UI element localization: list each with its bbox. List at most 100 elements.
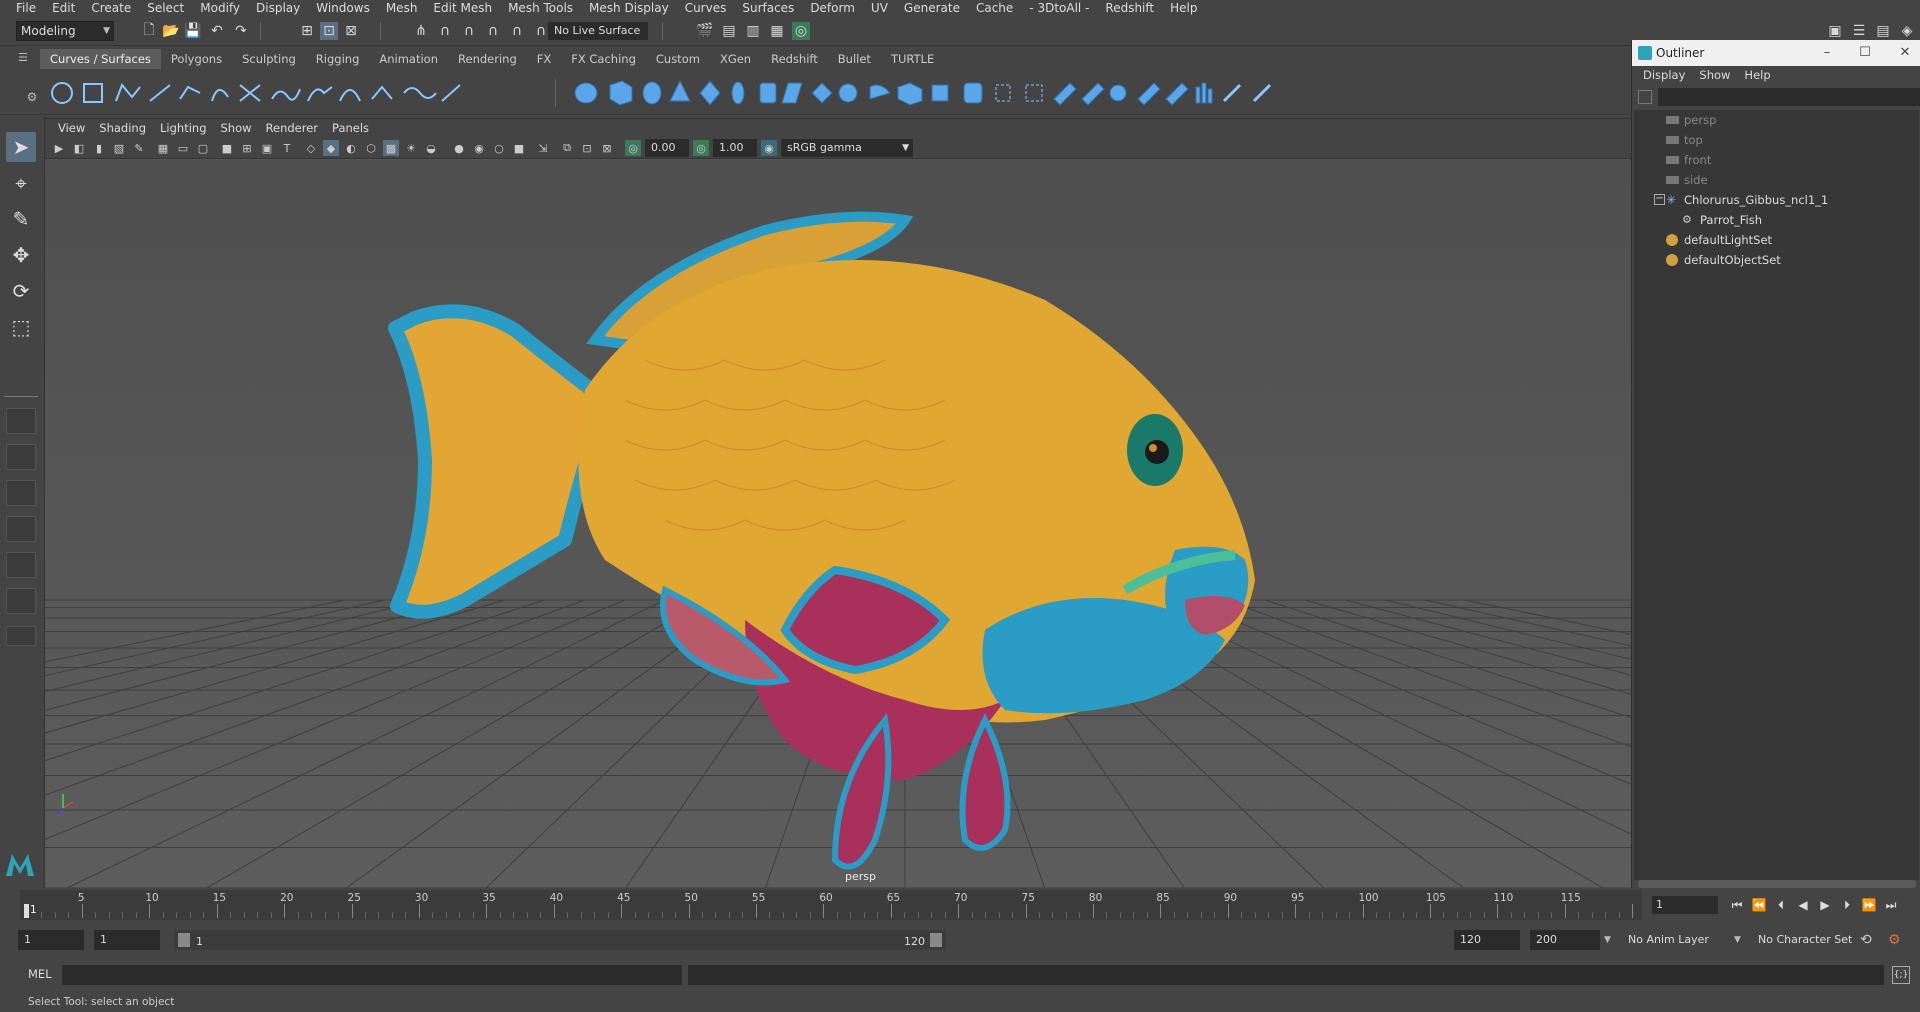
menu-item-curves[interactable]: Curves	[677, 0, 735, 17]
panel-menu-renderer[interactable]: Renderer	[259, 121, 326, 135]
xray-icon[interactable]: ●	[451, 140, 467, 156]
menu-item-3dtoall[interactable]: - 3DtoAll -	[1021, 0, 1097, 17]
scale-tool-icon[interactable]: ⬚	[6, 312, 36, 342]
shelf-menu-icon[interactable]: ☰	[18, 51, 32, 65]
menu-item-redshift[interactable]: Redshift	[1097, 0, 1162, 17]
open-scene-icon[interactable]: 📂	[162, 22, 180, 40]
menu-item-display[interactable]: Display	[248, 0, 308, 17]
select-tool-icon[interactable]: ➤	[6, 132, 36, 162]
chevron-down-icon[interactable]: ▼	[1604, 935, 1611, 945]
menu-item-mesh-tools[interactable]: Mesh Tools	[500, 0, 581, 17]
grease-pencil-icon[interactable]: ✎	[131, 140, 147, 156]
chevron-down-icon[interactable]: ▼	[1734, 935, 1741, 945]
select-component-icon[interactable]: ⊠	[342, 22, 360, 40]
outliner-menu-show[interactable]: Show	[1692, 66, 1737, 84]
menu-item-edit-mesh[interactable]: Edit Mesh	[425, 0, 500, 17]
live-surface-field[interactable]: No Live Surface	[548, 22, 648, 40]
step-back-key-icon[interactable]: ⏪	[1750, 896, 1768, 914]
safe-title-icon[interactable]: T	[279, 140, 295, 156]
animation-start-field[interactable]: 1	[18, 930, 84, 950]
shelf-tab-rigging[interactable]: Rigging	[306, 49, 370, 69]
bookmark-icon[interactable]: ▮	[91, 140, 107, 156]
menu-item-modify[interactable]: Modify	[192, 0, 248, 17]
outliner-search-input[interactable]	[1658, 88, 1920, 106]
menu-item-windows[interactable]: Windows	[308, 0, 378, 17]
range-end-handle[interactable]	[930, 933, 942, 947]
toggle-panel-icon[interactable]: ▣	[1826, 22, 1844, 40]
shelf-tab-bullet[interactable]: Bullet	[828, 49, 881, 69]
move-tool-icon[interactable]: ✥	[6, 240, 36, 270]
snap-curve-icon[interactable]: ∩	[436, 22, 454, 40]
shadows-icon[interactable]: ◒	[423, 140, 439, 156]
image-plane-icon[interactable]: ▧	[111, 140, 127, 156]
use-all-lights-icon[interactable]: ☀	[403, 140, 419, 156]
go-to-start-icon[interactable]: ⏮	[1728, 896, 1746, 914]
default-material-icon[interactable]: ◐	[343, 140, 359, 156]
playback-end-field[interactable]: 120	[1454, 930, 1520, 950]
four-view-layout-icon[interactable]	[6, 444, 36, 470]
step-forward-frame-icon[interactable]: ⏵	[1838, 896, 1856, 914]
camera-attributes-icon[interactable]: ◧	[71, 140, 87, 156]
snap-surface-icon[interactable]: ∩	[508, 22, 526, 40]
screen-space-ao-icon[interactable]: ■	[511, 140, 527, 156]
menu-item-create[interactable]: Create	[83, 0, 139, 17]
playback-start-field[interactable]: 1	[94, 930, 160, 950]
ipr-render-icon[interactable]: ▥	[744, 22, 762, 40]
render-sequence-icon[interactable]: ▤	[720, 22, 738, 40]
outliner-menu-help[interactable]: Help	[1737, 66, 1777, 84]
outliner-row[interactable]: side	[1634, 170, 1919, 190]
multisample-aa-icon[interactable]: ⧉	[559, 140, 575, 156]
outliner-row[interactable]: defaultLightSet	[1634, 230, 1919, 250]
menu-item-uv[interactable]: UV	[863, 0, 896, 17]
smooth-shade-icon[interactable]: ◆	[323, 140, 339, 156]
animation-end-field[interactable]: 200	[1530, 930, 1600, 950]
hypershade-icon[interactable]: ◎	[792, 22, 810, 40]
gamma-field[interactable]: 1.00	[713, 139, 757, 157]
select-hierarchy-icon[interactable]: ⊞	[298, 22, 316, 40]
persp-graph-layout-icon[interactable]	[6, 516, 36, 542]
wireframe-on-shaded-icon[interactable]: ⬡	[363, 140, 379, 156]
outliner-row[interactable]: persp	[1634, 110, 1919, 130]
exposure-icon[interactable]: ◎	[625, 140, 641, 156]
script-editor-icon[interactable]: {;}	[1892, 966, 1910, 984]
gate-mask-icon[interactable]: ■	[219, 140, 235, 156]
perspective-viewport[interactable]: persp	[45, 160, 1632, 889]
mel-label[interactable]: MEL	[28, 967, 52, 981]
outliner-menu-display[interactable]: Display	[1636, 66, 1692, 84]
resolution-gate-icon[interactable]: ▢	[195, 140, 211, 156]
menu-item-mesh[interactable]: Mesh	[378, 0, 426, 17]
wireframe-icon[interactable]: ◇	[303, 140, 319, 156]
panel-menu-lighting[interactable]: Lighting	[153, 121, 213, 135]
panel-menu-show[interactable]: Show	[214, 121, 259, 135]
rotate-tool-icon[interactable]: ⟳	[6, 276, 36, 306]
range-bar[interactable]	[174, 930, 946, 950]
depth-of-field-icon[interactable]: ⊡	[579, 140, 595, 156]
outliner-row[interactable]: top	[1634, 130, 1919, 150]
shelf-tab-animation[interactable]: Animation	[369, 49, 448, 69]
maximize-icon[interactable]: ☐	[1850, 40, 1880, 66]
render-settings-icon[interactable]: ▦	[768, 22, 786, 40]
safe-action-icon[interactable]: ▣	[259, 140, 275, 156]
new-scene-icon[interactable]: 🗋	[140, 22, 158, 40]
anim-layer-select[interactable]: No Anim Layer	[1624, 930, 1736, 950]
step-back-frame-icon[interactable]: ⏴	[1772, 896, 1790, 914]
grid-icon[interactable]: ▦	[155, 140, 171, 156]
exposure-field[interactable]: 0.00	[645, 139, 689, 157]
motion-blur-icon[interactable]: ⇲	[535, 140, 551, 156]
toggle-tool-settings-icon[interactable]: ◈	[1898, 22, 1916, 40]
close-icon[interactable]: ✕	[1890, 40, 1920, 66]
film-gate-icon[interactable]: ▭	[175, 140, 191, 156]
select-camera-icon[interactable]: ▶	[51, 140, 67, 156]
menu-item-help[interactable]: Help	[1162, 0, 1205, 17]
mel-command-input[interactable]	[62, 965, 682, 985]
horizontal-scrollbar[interactable]	[1638, 880, 1916, 888]
range-start-handle[interactable]	[178, 933, 190, 947]
gamma-icon[interactable]: ◎	[693, 140, 709, 156]
snap-point-icon[interactable]: ∩	[460, 22, 478, 40]
redo-icon[interactable]: ↷	[232, 22, 250, 40]
panel-menu-shading[interactable]: Shading	[92, 121, 153, 135]
filter-icon[interactable]	[1638, 90, 1652, 104]
animation-prefs-icon[interactable]: ⚙	[1888, 932, 1901, 948]
play-backwards-icon[interactable]: ◀	[1794, 896, 1812, 914]
go-to-end-icon[interactable]: ⏭	[1882, 896, 1900, 914]
